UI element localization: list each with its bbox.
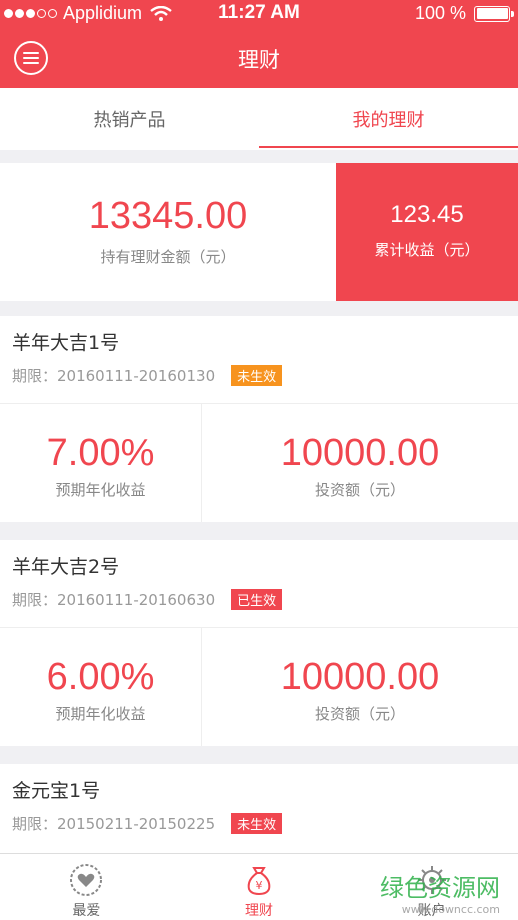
earnings-label: 累计收益（元） (374, 241, 480, 259)
rate-label: 预期年化收益 (55, 481, 146, 499)
product-period-row: 期限：20150211-20150225 未生效 (12, 813, 506, 834)
money-bag-icon: ¥ (247, 867, 271, 896)
product-period-row: 期限：20160111-20160630 已生效 (12, 589, 506, 610)
product-card[interactable]: 金元宝1号 期限：20150211-20150225 未生效 (0, 764, 518, 853)
holding-label: 持有理财金额（元） (100, 248, 236, 266)
product-stats: 7.00% 预期年化收益 10000.00 投资额（元） (0, 404, 518, 522)
battery-status: 100 % (414, 3, 514, 24)
rate-stat: 7.00% 预期年化收益 (0, 404, 202, 522)
nav-finance[interactable]: ¥ 理财 (173, 854, 346, 920)
amount-label: 投资额（元） (314, 705, 405, 723)
product-stats: 6.00% 预期年化收益 10000.00 投资额（元） (0, 628, 518, 746)
product-card[interactable]: 羊年大吉1号 期限：20160111-20160130 未生效 7.00% 预期… (0, 316, 518, 522)
header-bar: Applidium 11:27 AM 100 % 理财 (0, 0, 518, 88)
svg-text:¥: ¥ (256, 879, 263, 892)
watermark-text: 绿色资源网 (380, 874, 500, 902)
nav-label: 最爱 (72, 903, 101, 919)
summary-panel: 13345.00 持有理财金额（元） 123.45 累计收益（元） (0, 163, 518, 301)
status-badge: 已生效 (231, 589, 283, 610)
tab-hot-products[interactable]: 热销产品 (0, 88, 259, 150)
product-header: 金元宝1号 期限：20150211-20150225 未生效 (0, 764, 518, 852)
amount-stat: 10000.00 投资额（元） (202, 628, 518, 746)
amount-stat: 10000.00 投资额（元） (202, 404, 518, 522)
invest-amount: 10000.00 (280, 432, 440, 474)
product-header: 羊年大吉1号 期限：20160111-20160130 未生效 (0, 316, 518, 404)
holding-amount: 13345.00 (88, 195, 248, 237)
status-badge: 未生效 (231, 813, 283, 834)
nav-label: 理财 (245, 903, 273, 919)
status-badge: 未生效 (231, 365, 283, 386)
product-name: 羊年大吉2号 (12, 556, 120, 578)
product-header: 羊年大吉2号 期限：20160111-20160630 已生效 (0, 540, 518, 628)
product-name: 羊年大吉1号 (12, 332, 120, 354)
product-name: 金元宝1号 (12, 780, 101, 802)
earnings-summary[interactable]: 123.45 累计收益（元） (336, 163, 518, 301)
expected-rate: 7.00% (46, 432, 155, 474)
product-period-row: 期限：20160111-20160130 未生效 (12, 365, 506, 386)
product-card[interactable]: 羊年大吉2号 期限：20160111-20160630 已生效 6.00% 预期… (0, 540, 518, 746)
tab-bar: 热销产品 我的理财 (0, 88, 518, 150)
product-period: 期限：20160111-20160630 (12, 591, 216, 609)
earnings-amount: 123.45 (390, 201, 464, 228)
holding-summary: 13345.00 持有理财金额（元） (0, 163, 336, 301)
rate-stat: 6.00% 预期年化收益 (0, 628, 202, 746)
watermark: 绿色资源网 www.downcc.com (380, 868, 500, 916)
battery-icon (474, 5, 514, 22)
tab-my-finance[interactable]: 我的理财 (259, 88, 518, 150)
nav-favorites[interactable]: 最爱 (0, 854, 173, 920)
battery-percent: 100 % (414, 3, 466, 23)
rate-label: 预期年化收益 (55, 705, 146, 723)
expected-rate: 6.00% (46, 656, 155, 698)
amount-label: 投资额（元） (314, 481, 405, 499)
invest-amount: 10000.00 (280, 656, 440, 698)
watermark-url: www.downcc.com (401, 903, 500, 916)
page-title: 理财 (238, 48, 280, 72)
status-bar: Applidium 11:27 AM 100 % (0, 0, 518, 28)
product-period: 期限：20160111-20160130 (12, 367, 216, 385)
product-period: 期限：20150211-20150225 (12, 815, 216, 833)
heart-icon (70, 864, 103, 896)
